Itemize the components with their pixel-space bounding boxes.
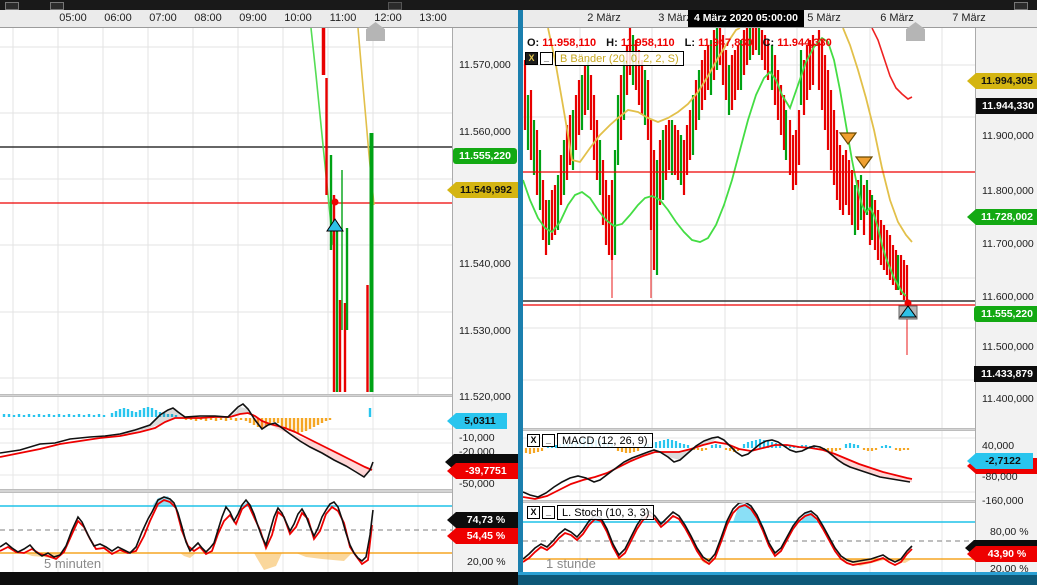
minimize-indicator-button[interactable]: _ (540, 52, 553, 65)
stoch-tick: 20,00 % (467, 556, 506, 568)
low-price-badge: 11.433,879 (974, 366, 1037, 382)
bbands-indicator-header: X _ B Bänder (20, 0, 2, 2, S) (525, 51, 684, 66)
interval-label-5min: 5 minuten (44, 556, 102, 571)
time-tick: 13:00 (419, 12, 447, 24)
macd-hist-badge: 5,0311 (447, 413, 507, 429)
close-indicator-button[interactable]: X (525, 52, 538, 65)
stoch-k-badge: 74,73 % (447, 512, 519, 528)
level-price-badge: 11.555,220 (974, 306, 1037, 322)
price-tick: 11.560,000 (459, 126, 511, 138)
toolbar-icon[interactable] (50, 2, 64, 10)
stoch-tick: 80,00 % (990, 526, 1029, 538)
toolbar-icon[interactable] (388, 2, 402, 10)
close-price-badge: 11.944,330 (976, 98, 1037, 114)
time-axis-5min[interactable]: 05:00 06:00 07:00 08:00 09:00 10:00 11:0… (0, 10, 518, 28)
price-tick: 11.570,000 (459, 59, 511, 71)
date-tick: 2 März (587, 12, 621, 24)
macd-signal-line (523, 441, 913, 500)
price-tick: 11.520,000 (459, 391, 511, 403)
toolbar-icon[interactable] (1014, 2, 1028, 10)
level-price-badge: 11.555,220 (453, 148, 517, 164)
stoch-label[interactable]: L. Stoch (10, 3, 3) (557, 505, 655, 520)
bottom-scroll-strip[interactable] (518, 572, 1037, 585)
macd-label[interactable]: MACD (12, 26, 9) (557, 433, 653, 448)
date-tick: 7 März (952, 12, 986, 24)
price-tick: 11.530,000 (459, 325, 511, 337)
band-upper-badge: 11.994,305 (967, 73, 1037, 89)
interval-label-1h: 1 stunde (546, 556, 596, 571)
chart-panel-1h: 2 März 3 März 5 März 6 März 7 März 4 Mär… (518, 10, 1037, 585)
macd-indicator-header: X _ MACD (12, 26, 9) (527, 433, 653, 448)
minimize-indicator-button[interactable]: _ (542, 434, 555, 447)
macd-tick: -160,000 (982, 495, 1024, 507)
macd-tick: -50,000 (459, 478, 495, 490)
price-tick: 11.800,000 (982, 185, 1034, 197)
price-tick: 11.700,000 (982, 238, 1034, 250)
macd-hist-badge: -2,7122 (967, 453, 1033, 469)
date-tick: 6 März (880, 12, 914, 24)
chart-panel-5min: 05:00 06:00 07:00 08:00 09:00 10:00 11:0… (0, 10, 519, 585)
stoch-d-badge: 43,90 % (967, 546, 1037, 562)
sell-signal-triangle-icon (838, 132, 858, 146)
price-chart-1h[interactable] (523, 28, 975, 428)
stoch-d-badge: 54,45 % (447, 528, 519, 544)
macd-tick: -80,000 (982, 471, 1018, 483)
price-chart-5min[interactable] (0, 28, 452, 394)
macd-histogram-negative (524, 448, 910, 454)
minimize-indicator-button[interactable]: _ (542, 506, 555, 519)
macd-chart-5min[interactable] (0, 397, 452, 489)
price-tick: 11.540,000 (459, 258, 511, 270)
price-axis-5min[interactable]: 11.570,000 11.560,000 11.540,000 11.530,… (445, 28, 519, 572)
macd-tick: -10,000 (459, 432, 495, 444)
stoch-oversold-fill (254, 553, 282, 570)
macd-signal-badge: -39,7751 (447, 463, 519, 479)
crosshair-date-tooltip: 4 März 2020 05:00:00 (688, 10, 804, 27)
band-mid-badge: 11.728,002 (967, 209, 1037, 225)
bottom-scroll-strip[interactable] (0, 572, 518, 585)
gridlines (0, 28, 452, 394)
bbands-label[interactable]: B Bänder (20, 0, 2, 2, S) (555, 51, 684, 66)
alarm-dot-icon (331, 198, 339, 206)
stoch-indicator-header: X _ L. Stoch (10, 3, 3) (527, 505, 655, 520)
macd-line (0, 402, 374, 479)
macd-histogram-positive (2, 407, 372, 417)
trading-app-window: 05:00 06:00 07:00 08:00 09:00 10:00 11:0… (0, 0, 1037, 585)
price-tick: 11.900,000 (982, 130, 1034, 142)
price-tick: 11.500,000 (982, 341, 1034, 353)
price-axis-1h[interactable]: 11.900,000 11.800,000 11.700,000 11.600,… (965, 28, 1037, 575)
stoch-oversold-fill (296, 553, 352, 561)
toolbar-icon[interactable] (5, 2, 19, 10)
buy-signal-triangle-icon (326, 218, 344, 232)
macd-signal-line (0, 412, 373, 471)
top-toolbar[interactable] (0, 0, 1037, 10)
indicator-price-badge: 11.549,992 (447, 182, 519, 198)
price-tick: 11.600,000 (982, 291, 1034, 303)
macd-tick: 40,000 (982, 440, 1015, 452)
close-indicator-button[interactable]: X (527, 506, 540, 519)
ohlc-readout: O: 11.958,110 H: 11.958,110 L: 11.947,830 C… (527, 37, 832, 49)
close-indicator-button[interactable]: X (527, 434, 540, 447)
price-tick: 11.400,000 (982, 393, 1034, 405)
candles-up (329, 133, 374, 392)
